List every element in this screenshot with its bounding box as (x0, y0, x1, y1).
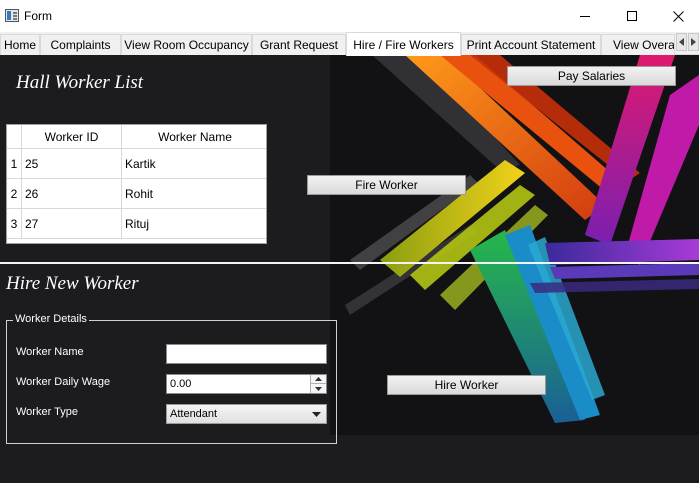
worker-id-cell[interactable]: 26 (22, 179, 122, 208)
table-row[interactable]: 1 25 Kartik (7, 149, 266, 179)
spin-up-button[interactable] (311, 375, 326, 384)
worker-type-combobox[interactable]: Attendant (166, 404, 327, 424)
title-bar: Form (0, 0, 699, 32)
tab-home[interactable]: Home (0, 34, 40, 55)
maximize-icon (626, 10, 637, 21)
hall-worker-list-heading: Hall Worker List (16, 72, 144, 93)
worker-table[interactable]: Worker ID Worker Name 1 25 Kartik 2 26 R… (6, 124, 267, 244)
worker-name-cell[interactable]: Kartik (122, 149, 266, 178)
worker-details-title: Worker Details (13, 313, 89, 325)
worker-name-input[interactable] (166, 344, 327, 364)
worker-type-label: Worker Type (16, 406, 78, 418)
tab-scroll-right-button[interactable] (688, 33, 699, 51)
chevron-down-icon (312, 412, 321, 417)
minimize-icon (579, 15, 590, 17)
spin-down-button[interactable] (311, 384, 326, 393)
maximize-button[interactable] (609, 0, 655, 32)
worker-name-cell[interactable]: Rohit (122, 179, 266, 208)
worker-name-label: Worker Name (16, 346, 84, 358)
close-icon (672, 10, 684, 22)
tab-view-overall[interactable]: View Overall (601, 34, 675, 55)
column-header-worker-name[interactable]: Worker Name (122, 125, 266, 149)
chevron-left-icon (678, 38, 684, 46)
tab-bar: Home Complaints View Room Occupancy Gran… (0, 32, 699, 56)
tab-print-account-statement[interactable]: Print Account Statement (461, 34, 601, 55)
spin-down-icon (315, 386, 322, 391)
worker-type-value: Attendant (170, 408, 218, 420)
spin-up-icon (315, 377, 322, 381)
worker-daily-wage-value: 0.00 (170, 378, 192, 390)
row-number: 3 (7, 209, 22, 238)
section-divider (0, 262, 699, 264)
tab-hire-fire-workers[interactable]: Hire / Fire Workers (346, 32, 461, 56)
table-row[interactable]: 2 26 Rohit (7, 179, 266, 209)
hire-fire-workers-panel: Hall Worker List Pay Salaries Worker ID … (0, 55, 699, 483)
window-title: Form (24, 9, 52, 23)
worker-daily-wage-spinbox[interactable]: 0.00 (166, 374, 327, 394)
table-corner (7, 125, 22, 149)
worker-details-group: Worker Details Worker Name Worker Daily … (6, 313, 337, 444)
fire-worker-button[interactable]: Fire Worker (307, 175, 466, 195)
close-button[interactable] (655, 0, 699, 32)
tab-scroll-left-button[interactable] (676, 33, 687, 51)
chevron-right-icon (690, 38, 696, 46)
wage-spin-control (310, 375, 326, 393)
tab-grant-request[interactable]: Grant Request (252, 34, 346, 55)
minimize-button[interactable] (562, 0, 608, 32)
worker-name-cell[interactable]: Rituj (122, 209, 266, 238)
worker-id-cell[interactable]: 25 (22, 149, 122, 178)
row-number: 1 (7, 149, 22, 178)
column-header-worker-id[interactable]: Worker ID (22, 125, 122, 149)
tab-view-room-occupancy[interactable]: View Room Occupancy (121, 34, 252, 55)
form-window-icon (5, 9, 19, 22)
table-row[interactable]: 3 27 Rituj (7, 209, 266, 239)
hire-worker-button[interactable]: Hire Worker (387, 375, 546, 395)
pay-salaries-button[interactable]: Pay Salaries (507, 66, 676, 86)
tab-complaints[interactable]: Complaints (40, 34, 121, 55)
worker-daily-wage-label: Worker Daily Wage (16, 376, 111, 388)
row-number: 2 (7, 179, 22, 208)
hire-new-worker-heading: Hire New Worker (6, 273, 139, 294)
worker-id-cell[interactable]: 27 (22, 209, 122, 238)
